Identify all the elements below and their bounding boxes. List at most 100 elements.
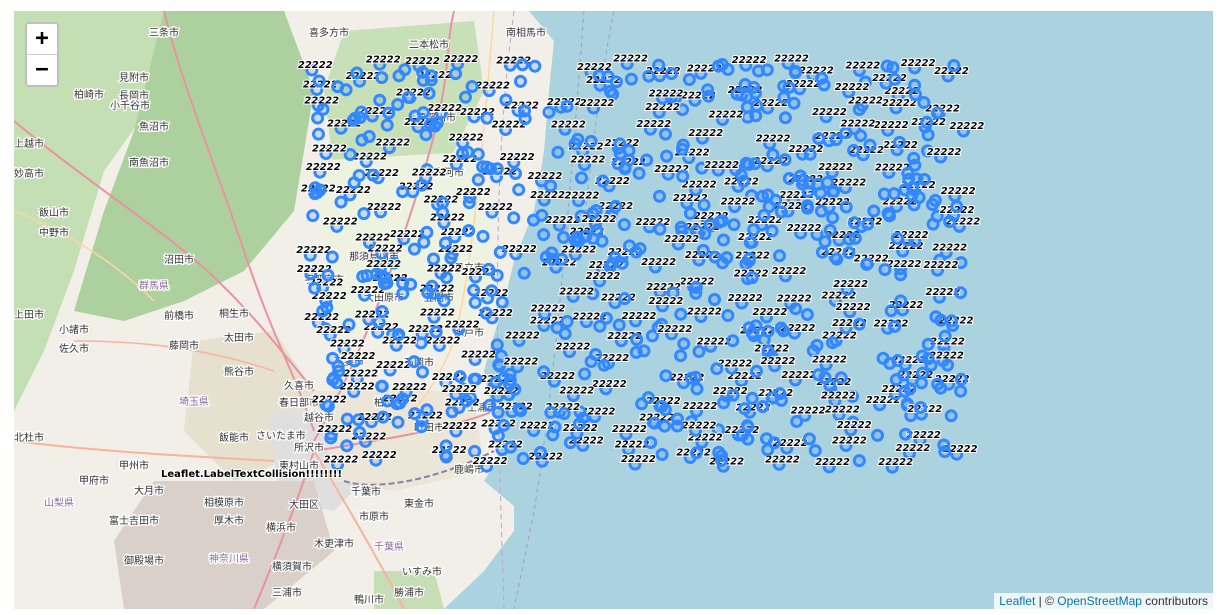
circle-marker[interactable] [573,417,586,431]
circle-marker[interactable] [512,183,526,197]
circle-marker[interactable] [742,158,756,171]
circle-marker[interactable] [917,172,931,186]
circle-marker[interactable] [603,84,617,98]
circle-marker[interactable] [852,103,866,116]
circle-marker[interactable] [755,189,769,203]
circle-marker[interactable] [921,128,935,142]
circle-marker[interactable] [710,362,724,376]
circle-marker[interactable] [476,160,490,174]
circle-marker[interactable] [883,209,896,223]
circle-marker[interactable] [425,279,439,293]
circle-marker[interactable] [717,233,730,247]
circle-marker[interactable] [690,382,704,396]
circle-marker[interactable] [611,157,625,171]
circle-marker[interactable] [950,200,964,213]
circle-marker[interactable] [931,106,944,120]
circle-marker[interactable] [354,105,368,119]
circle-marker[interactable] [812,368,826,382]
circle-marker[interactable] [790,415,804,428]
circle-marker[interactable] [499,93,513,107]
circle-marker[interactable] [899,427,912,441]
circle-marker[interactable] [414,420,428,434]
circle-marker[interactable] [676,138,690,152]
circle-marker[interactable] [596,174,610,188]
circle-marker[interactable] [321,399,335,413]
circle-marker[interactable] [534,445,547,459]
circle-marker[interactable] [890,231,904,245]
circle-marker[interactable] [665,67,678,81]
circle-marker[interactable] [690,446,703,460]
circle-marker[interactable] [721,63,735,76]
circle-marker[interactable] [735,428,749,442]
circle-marker[interactable] [658,403,672,417]
circle-marker[interactable] [479,306,493,320]
circle-marker[interactable] [375,379,389,393]
circle-marker[interactable] [512,402,526,416]
circle-marker[interactable] [938,329,952,343]
circle-marker[interactable] [740,100,754,114]
circle-marker[interactable] [408,407,422,421]
circle-marker[interactable] [745,271,759,285]
circle-marker[interactable] [632,166,646,180]
circle-marker[interactable] [756,400,770,414]
circle-marker[interactable] [461,145,475,159]
circle-marker[interactable] [773,249,786,263]
circle-marker[interactable] [491,429,505,443]
circle-marker[interactable] [324,431,338,445]
circle-marker[interactable] [449,67,463,81]
circle-marker[interactable] [914,401,928,414]
circle-marker[interactable] [640,153,654,167]
circle-marker[interactable] [485,284,499,298]
circle-marker[interactable] [801,201,814,215]
circle-marker[interactable] [652,58,666,72]
circle-marker[interactable] [827,184,841,198]
circle-marker[interactable] [745,391,759,405]
circle-marker[interactable] [782,172,796,185]
circle-marker[interactable] [612,318,626,332]
circle-marker[interactable] [921,337,935,351]
circle-marker[interactable] [715,214,729,228]
circle-marker[interactable] [407,242,421,256]
circle-marker[interactable] [633,242,647,256]
circle-marker[interactable] [642,69,656,83]
circle-marker[interactable] [424,69,438,83]
circle-marker[interactable] [683,206,697,220]
circle-marker[interactable] [439,450,453,464]
circle-marker[interactable] [514,74,527,88]
circle-marker[interactable] [818,235,832,249]
circle-marker[interactable] [782,81,796,94]
circle-marker[interactable] [381,394,395,408]
circle-marker[interactable] [401,90,415,104]
circle-marker[interactable] [909,88,922,102]
circle-marker[interactable] [766,148,780,162]
circle-marker[interactable] [465,80,479,93]
circle-marker[interactable] [815,71,829,85]
circle-marker[interactable] [826,336,839,350]
circle-marker[interactable] [376,410,390,424]
circle-marker[interactable] [761,344,775,358]
circle-marker[interactable] [811,177,825,191]
circle-marker[interactable] [516,58,529,72]
circle-marker[interactable] [937,438,951,452]
circle-marker[interactable] [528,59,542,73]
circle-marker[interactable] [440,271,453,285]
circle-marker[interactable] [382,106,396,120]
circle-marker[interactable] [462,224,476,238]
circle-marker[interactable] [427,252,440,266]
circle-marker[interactable] [546,428,560,442]
circle-marker[interactable] [660,149,674,163]
circle-marker[interactable] [439,439,453,453]
circle-marker[interactable] [595,234,609,248]
circle-marker[interactable] [903,382,917,396]
circle-marker[interactable] [741,110,755,124]
leaflet-link[interactable]: Leaflet [999,594,1035,608]
circle-marker[interactable] [644,436,658,449]
circle-marker[interactable] [847,144,861,157]
circle-marker[interactable] [422,86,436,100]
circle-marker[interactable] [468,444,482,458]
circle-marker[interactable] [808,444,822,458]
circle-marker[interactable] [572,234,586,248]
circle-marker[interactable] [491,405,505,419]
circle-marker[interactable] [787,96,801,110]
circle-marker[interactable] [708,250,722,264]
